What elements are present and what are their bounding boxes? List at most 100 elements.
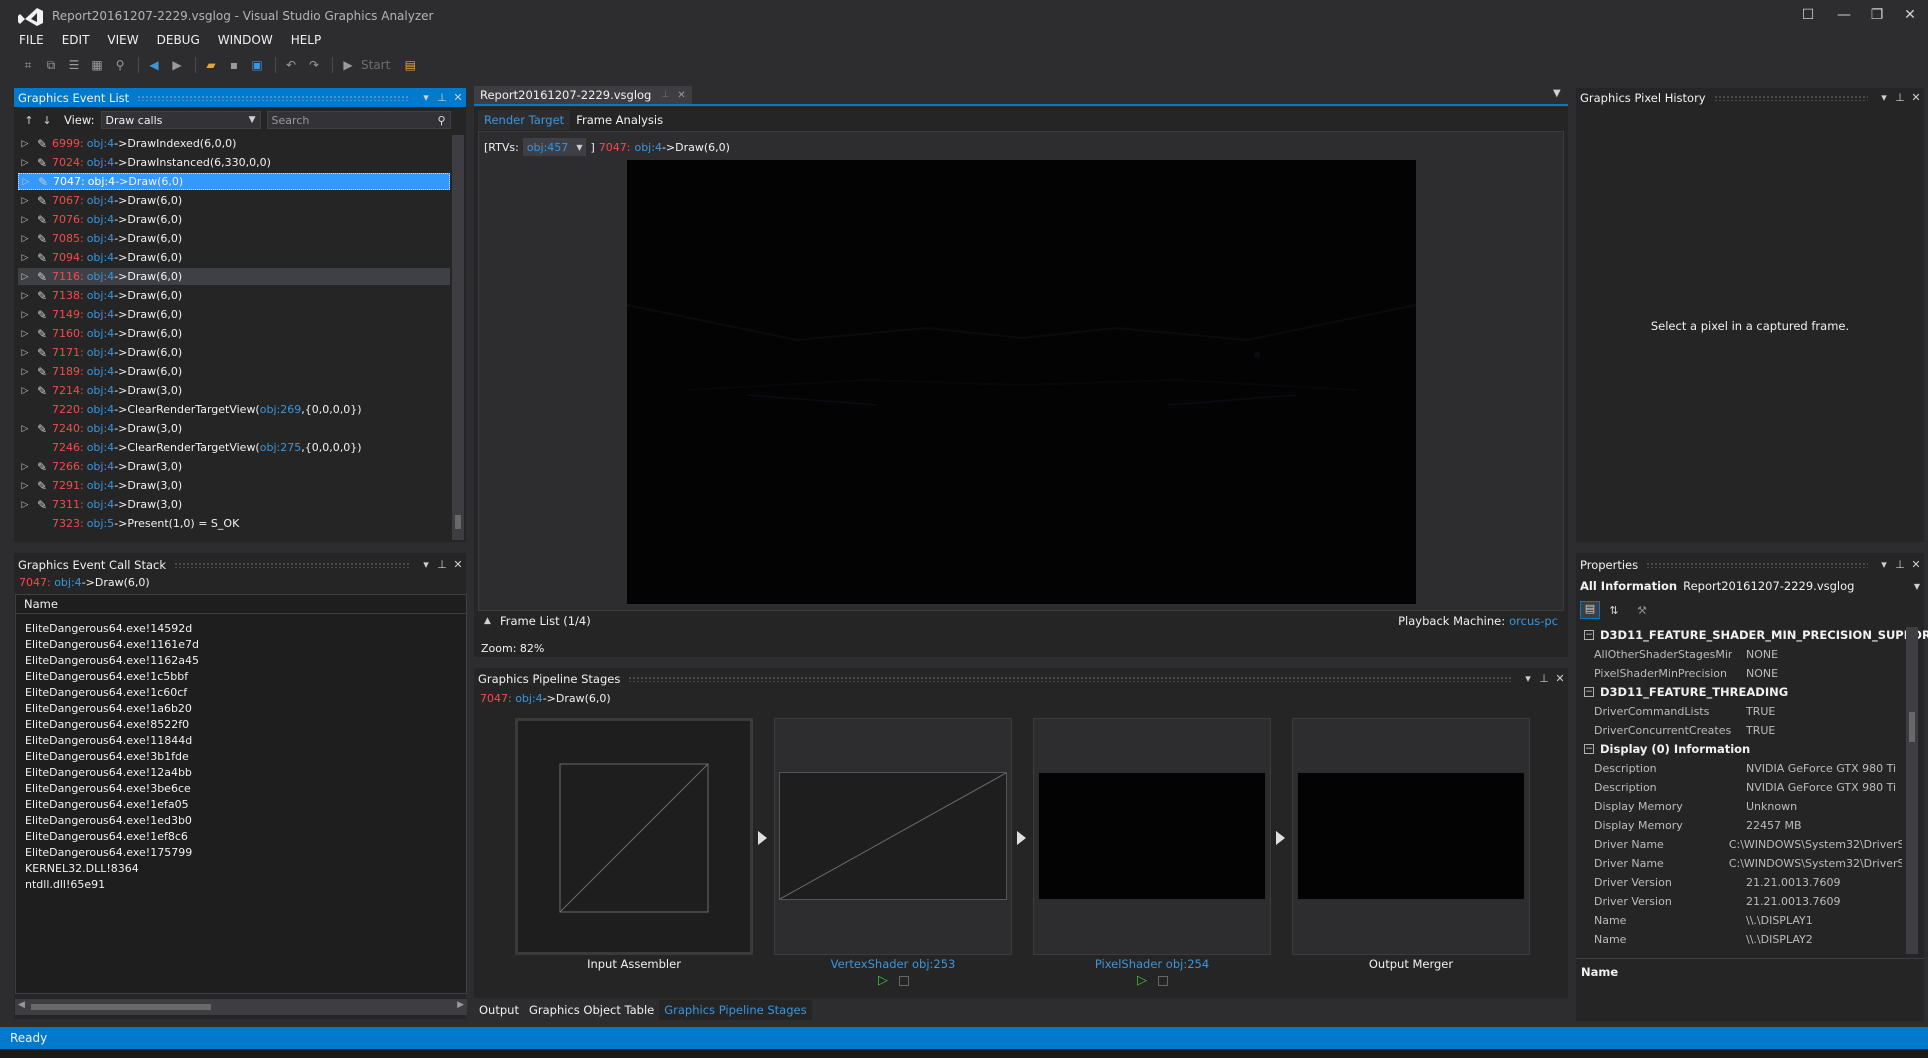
play-icon[interactable]: ▷ [1137, 973, 1147, 988]
document-overflow-icon[interactable]: ▼ [1553, 88, 1561, 99]
expand-icon[interactable]: ▷ [19, 177, 33, 187]
event-object-link[interactable]: obj:4 [87, 156, 114, 169]
event-row[interactable]: ▷ ✎ 7047: obj:4 ->Draw(6,0) [18, 173, 450, 190]
event-object-link[interactable]: obj:4 [87, 422, 114, 435]
open-folder-icon[interactable]: ▰ [201, 56, 221, 74]
menu-help[interactable]: HELP [282, 30, 331, 50]
scrollbar-thumb[interactable] [31, 1004, 211, 1010]
minimize-button[interactable]: — [1829, 4, 1859, 26]
event-row[interactable]: ▷ ✎ 7311: obj:4 ->Draw(3,0) [18, 496, 450, 513]
expand-icon[interactable]: ▷ [18, 215, 32, 225]
event-object-link[interactable]: obj:4 [87, 384, 114, 397]
frame-list-toggle[interactable]: Frame List (1/4) [500, 614, 591, 628]
menu-edit[interactable]: EDIT [53, 30, 99, 50]
wrench-icon[interactable]: ⚒ [1632, 604, 1652, 617]
tab-output[interactable]: Output [474, 1000, 524, 1020]
event-object-link[interactable]: obj:5 [87, 517, 114, 530]
call-stack-frame[interactable]: EliteDangerous64.exe!175799 [25, 846, 192, 862]
panel-menu-icon[interactable]: ▾ [1876, 558, 1892, 571]
property-row[interactable]: Description NVIDIA GeForce GTX 980 Ti [1584, 778, 1902, 797]
call-stack-frame[interactable]: EliteDangerous64.exe!1ed3b0 [25, 814, 192, 830]
event-row[interactable]: ▷ ✎ 7291: obj:4 ->Draw(3,0) [18, 477, 450, 494]
pin-icon[interactable]: ⊥ [661, 90, 669, 100]
property-row[interactable]: Driver Name C:\WINDOWS\System32\DriverSto… [1584, 854, 1902, 873]
event-row[interactable]: ▷ ✎ 7085: obj:4 ->Draw(6,0) [18, 230, 450, 247]
property-value[interactable]: TRUE [1732, 724, 1775, 737]
event-row[interactable]: ▷ ✎ 7149: obj:4 ->Draw(6,0) [18, 306, 450, 323]
close-icon[interactable]: ✕ [1552, 672, 1568, 685]
expand-icon[interactable]: ▷ [18, 462, 32, 472]
call-stack-frame[interactable]: EliteDangerous64.exe!1c60cf [25, 686, 187, 702]
collapse-icon[interactable]: − [1584, 744, 1594, 754]
property-category[interactable]: − D3D11_FEATURE_SHADER_MIN_PRECISION_SUPP… [1584, 626, 1928, 644]
call-stack-frame[interactable]: EliteDangerous64.exe!3be6ce [25, 782, 191, 798]
property-row[interactable]: PixelShaderMinPrecision NONE [1584, 664, 1902, 683]
capture-frame-icon[interactable]: ⌗ [18, 56, 38, 74]
property-value[interactable]: 21.21.0013.7609 [1732, 876, 1840, 889]
property-value[interactable]: C:\WINDOWS\System32\DriverStore [1715, 857, 1902, 870]
render-target-image[interactable] [627, 160, 1416, 604]
scrollbar-thumb[interactable] [1909, 712, 1915, 742]
property-row[interactable]: AllOtherShaderStagesMinPr NONE [1584, 645, 1902, 664]
save-all-icon[interactable]: ▣ [247, 56, 267, 74]
event-object-link[interactable]: obj:4 [87, 365, 114, 378]
call-stack-frame[interactable]: EliteDangerous64.exe!1a6b20 [25, 702, 192, 718]
event-row[interactable]: 7246: obj:4 ->ClearRenderTargetView(obj:27… [18, 439, 450, 456]
event-row[interactable]: ▷ ✎ 7214: obj:4 ->Draw(3,0) [18, 382, 450, 399]
pin-icon[interactable]: ⊥ [434, 91, 450, 104]
event-row[interactable]: ▷ ✎ 7240: obj:4 ->Draw(3,0) [18, 420, 450, 437]
expand-icon[interactable]: ▷ [18, 310, 32, 320]
pin-icon[interactable]: ⊥ [434, 558, 450, 571]
property-row[interactable]: DriverConcurrentCreates TRUE [1584, 721, 1902, 740]
event-row[interactable]: ▷ ✎ 7076: obj:4 ->Draw(6,0) [18, 211, 450, 228]
pin-icon[interactable]: ⊥ [1536, 672, 1552, 685]
property-value[interactable]: \\.\DISPLAY1 [1732, 914, 1813, 927]
property-row[interactable]: Display Memory 22457 MB [1584, 816, 1902, 835]
call-stack-frame[interactable]: ntdll.dll!65e91 [25, 878, 105, 894]
arrow-up-icon[interactable]: ↑ [20, 114, 38, 127]
property-row[interactable]: Name \\.\DISPLAY2 [1584, 930, 1902, 949]
scroll-left-icon[interactable]: ◀ [18, 1000, 25, 1010]
property-value[interactable]: C:\WINDOWS\System32\DriverStore [1715, 838, 1902, 851]
property-value[interactable]: 21.21.0013.7609 [1732, 895, 1840, 908]
menu-file[interactable]: FILE [10, 30, 53, 50]
expand-icon[interactable]: ▷ [18, 291, 32, 301]
expand-icon[interactable]: ▷ [18, 234, 32, 244]
pipeline-icon[interactable]: ⚲ [110, 56, 130, 74]
property-value[interactable]: NVIDIA GeForce GTX 980 Ti [1732, 781, 1896, 794]
event-object-link[interactable]: obj:4 [87, 441, 114, 454]
event-row[interactable]: ▷ ✎ 7189: obj:4 ->Draw(6,0) [18, 363, 450, 380]
call-stack-frame[interactable]: EliteDangerous64.exe!8522f0 [25, 718, 189, 734]
close-icon[interactable]: ✕ [450, 558, 466, 571]
expand-icon[interactable]: ▷ [18, 253, 32, 263]
tab-render-target[interactable]: Render Target [478, 110, 571, 130]
expand-icon[interactable]: ▷ [18, 386, 32, 396]
rtv-dropdown[interactable]: obj:457 ▼ [522, 138, 587, 156]
redo-icon[interactable]: ↷ [304, 56, 324, 74]
call-stack-frame[interactable]: KERNEL32.DLL!8364 [25, 862, 139, 878]
call-stack-frame[interactable]: EliteDangerous64.exe!1162a45 [25, 654, 199, 670]
close-button[interactable]: ✕ [1895, 4, 1925, 26]
start-button[interactable]: Start [361, 58, 390, 72]
panel-menu-icon[interactable]: ▾ [1520, 672, 1536, 685]
event-object-link[interactable]: obj:4 [87, 498, 114, 511]
undo-icon[interactable]: ↶ [281, 56, 301, 74]
event-object-link[interactable]: obj:4 [87, 232, 114, 245]
event-object-link[interactable]: obj:4 [87, 479, 114, 492]
back-icon[interactable]: ◀ [144, 56, 164, 74]
property-row[interactable]: Display Memory Unknown [1584, 797, 1902, 816]
call-stack-hscrollbar[interactable]: ◀ ▶ [15, 999, 467, 1015]
start-icon[interactable]: ▶ [338, 56, 358, 74]
tab-graphics-object-table[interactable]: Graphics Object Table [524, 1000, 659, 1020]
panel-menu-icon[interactable]: ▾ [418, 91, 434, 104]
alphabetical-icon[interactable]: ⇅ [1604, 604, 1624, 617]
pin-icon[interactable]: ⊥ [1892, 91, 1908, 104]
event-row[interactable]: ▷ ✎ 7094: obj:4 ->Draw(6,0) [18, 249, 450, 266]
event-list-icon[interactable]: ☰ [64, 56, 84, 74]
document-tab[interactable]: Report20161207-2229.vsglog ⊥ ✕ [474, 86, 692, 104]
call-stack-column-name[interactable]: Name [16, 595, 466, 614]
property-row[interactable]: Driver Version 21.21.0013.7609 [1584, 873, 1902, 892]
collapse-icon[interactable]: − [1584, 687, 1594, 697]
close-icon[interactable]: ✕ [1908, 91, 1924, 104]
menu-window[interactable]: WINDOW [209, 30, 282, 50]
